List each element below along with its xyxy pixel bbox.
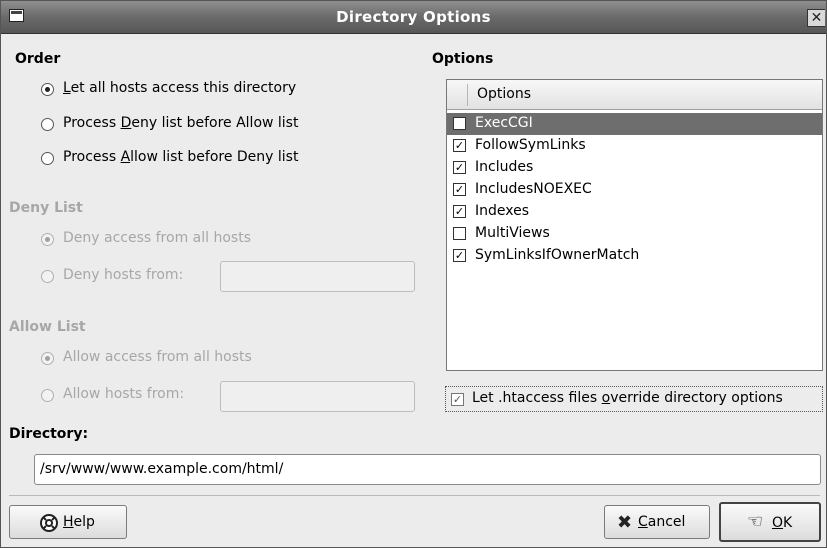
radio-label-let-all-hosts[interactable]: Let all hosts access this directory	[63, 80, 296, 96]
options-column-label: Options	[477, 86, 532, 102]
option-row-indexes[interactable]: ✓ Indexes	[447, 201, 822, 223]
deny-list-heading: Deny List	[9, 200, 83, 216]
options-column-header[interactable]: Options	[447, 80, 822, 110]
option-label: FollowSymLinks	[475, 137, 586, 153]
column-separator	[467, 84, 468, 106]
close-icon[interactable]: ✕	[807, 9, 825, 27]
option-checkbox-indexes[interactable]: ✓	[453, 205, 466, 218]
radio-label-allow-from[interactable]: Allow hosts from:	[63, 386, 184, 402]
option-label: MultiViews	[475, 225, 550, 241]
option-row-includesnoexec[interactable]: ✓ IncludesNOEXEC	[447, 179, 822, 201]
order-heading: Order	[15, 51, 61, 67]
window-title: Directory Options	[336, 8, 491, 26]
radio-label-process-allow-first[interactable]: Process Allow list before Deny list	[63, 149, 298, 165]
allow-list-heading: Allow List	[9, 319, 86, 335]
option-checkbox-multiviews[interactable]	[453, 227, 466, 240]
option-checkbox-includesnoexec[interactable]: ✓	[453, 183, 466, 196]
option-label: ExecCGI	[475, 115, 533, 131]
help-button[interactable]: Help	[9, 505, 127, 539]
cancel-button[interactable]: ✖ Cancel	[604, 505, 710, 539]
radio-allow-from[interactable]	[41, 389, 54, 402]
htaccess-label: Let .htaccess files override directory o…	[472, 390, 783, 406]
radio-process-deny-first[interactable]	[41, 118, 54, 131]
option-row-symlinksifownermatch[interactable]: ✓ SymLinksIfOwnerMatch	[447, 245, 822, 267]
directory-path-input[interactable]: /srv/www/www.example.com/html/	[34, 454, 821, 485]
radio-allow-all[interactable]	[41, 352, 54, 365]
radio-label-allow-all[interactable]: Allow access from all hosts	[63, 349, 252, 365]
directory-heading: Directory:	[9, 426, 89, 442]
radio-label-deny-from[interactable]: Deny hosts from:	[63, 267, 183, 283]
htaccess-check-icon: ✓	[451, 393, 464, 406]
option-row-execcgi[interactable]: ExecCGI	[447, 113, 822, 135]
ok-button-label: OK	[772, 515, 793, 531]
radio-let-all-hosts[interactable]	[41, 83, 54, 96]
allow-hosts-input[interactable]	[220, 381, 415, 412]
option-checkbox-execcgi[interactable]	[453, 117, 466, 130]
radio-deny-from[interactable]	[41, 270, 54, 283]
title-bar[interactable]: Directory Options ✕	[1, 1, 826, 34]
options-list[interactable]: Options ExecCGI ✓ FollowSymLinks ✓ Inclu…	[446, 79, 823, 371]
help-button-label: Help	[63, 514, 95, 530]
radio-process-allow-first[interactable]	[41, 152, 54, 165]
ok-hand-icon: ☜	[747, 511, 764, 532]
option-checkbox-followsymlinks[interactable]: ✓	[453, 139, 466, 152]
lifebuoy-icon	[40, 514, 58, 532]
radio-deny-all[interactable]	[41, 233, 54, 246]
option-label: Indexes	[475, 203, 530, 219]
option-checkbox-includes[interactable]: ✓	[453, 161, 466, 174]
button-separator	[9, 495, 820, 496]
deny-hosts-input[interactable]	[220, 261, 415, 292]
radio-label-deny-all[interactable]: Deny access from all hosts	[63, 230, 251, 246]
option-row-multiviews[interactable]: MultiViews	[447, 223, 822, 245]
directory-options-dialog: Directory Options ✕ Order Let all hosts …	[0, 0, 827, 548]
option-row-includes[interactable]: ✓ Includes	[447, 157, 822, 179]
ok-button[interactable]: ☜ OK	[719, 502, 821, 542]
option-label: IncludesNOEXEC	[475, 181, 592, 197]
cancel-x-icon: ✖	[617, 512, 633, 533]
options-heading: Options	[432, 51, 494, 67]
htaccess-override-checkbox[interactable]: ✓ Let .htaccess files override directory…	[445, 386, 823, 412]
radio-label-process-deny-first[interactable]: Process Deny list before Allow list	[63, 115, 298, 131]
option-label: Includes	[475, 159, 534, 175]
option-label: SymLinksIfOwnerMatch	[475, 247, 640, 263]
option-row-followsymlinks[interactable]: ✓ FollowSymLinks	[447, 135, 822, 157]
cancel-button-label: Cancel	[638, 514, 686, 530]
option-checkbox-symlinksifownermatch[interactable]: ✓	[453, 249, 466, 262]
